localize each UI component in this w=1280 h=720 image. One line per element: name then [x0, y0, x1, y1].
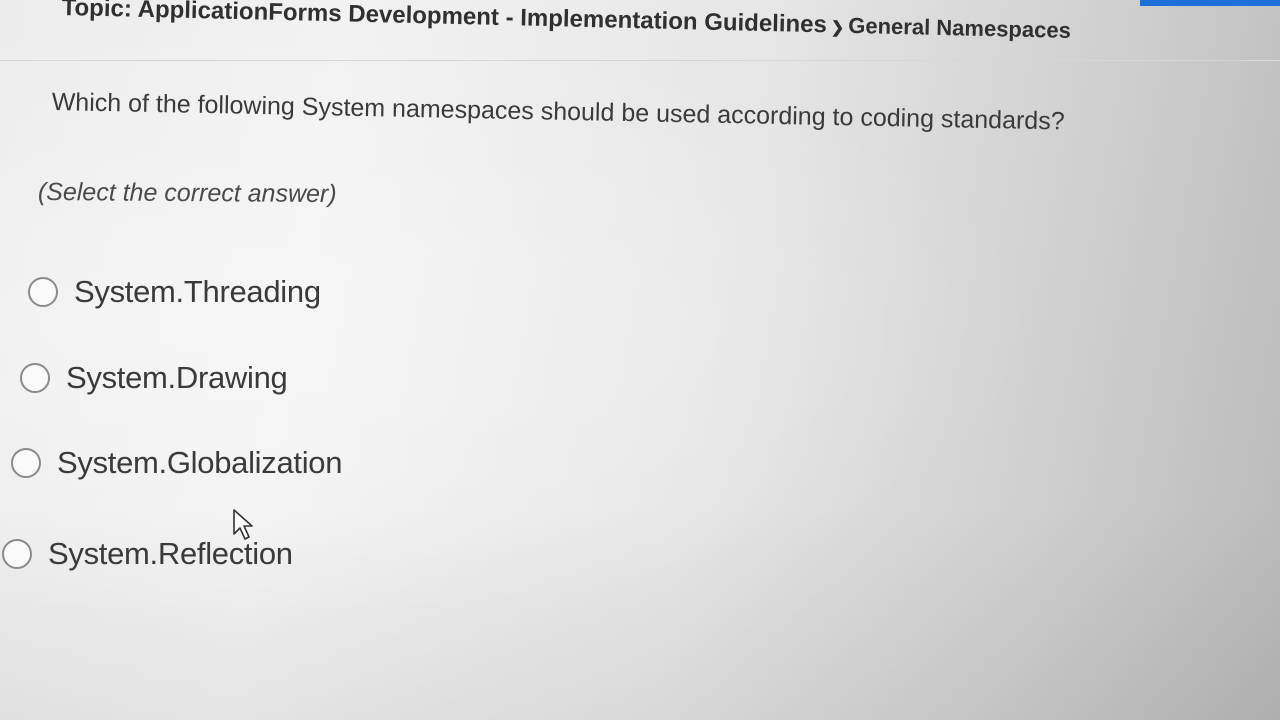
- option-label: System.Reflection: [48, 536, 293, 571]
- option-label: System.Globalization: [57, 445, 343, 480]
- topic-title: Topic: ApplicationForms Development - Im…: [61, 0, 828, 39]
- answer-instruction: (Select the correct answer): [37, 178, 337, 209]
- page-header: Topic: ApplicationForms Development - Im…: [0, 0, 1280, 61]
- breadcrumb-current-section[interactable]: General Namespaces: [848, 13, 1071, 44]
- question-text: Which of the following System namespaces…: [51, 88, 1065, 136]
- option-system-reflection[interactable]: System.Reflection: [2, 536, 293, 572]
- option-system-globalization[interactable]: System.Globalization: [11, 445, 342, 481]
- option-label: System.Threading: [74, 274, 321, 309]
- option-system-threading[interactable]: System.Threading: [28, 274, 321, 310]
- radio-button[interactable]: [20, 363, 50, 393]
- radio-button[interactable]: [28, 277, 58, 307]
- radio-button[interactable]: [2, 539, 32, 569]
- topic-breadcrumb: Topic: ApplicationForms Development - Im…: [61, 0, 1071, 45]
- option-system-drawing[interactable]: System.Drawing: [20, 360, 288, 396]
- option-label: System.Drawing: [66, 360, 288, 395]
- chevron-right-icon: ❯: [830, 19, 845, 37]
- radio-button[interactable]: [11, 448, 41, 478]
